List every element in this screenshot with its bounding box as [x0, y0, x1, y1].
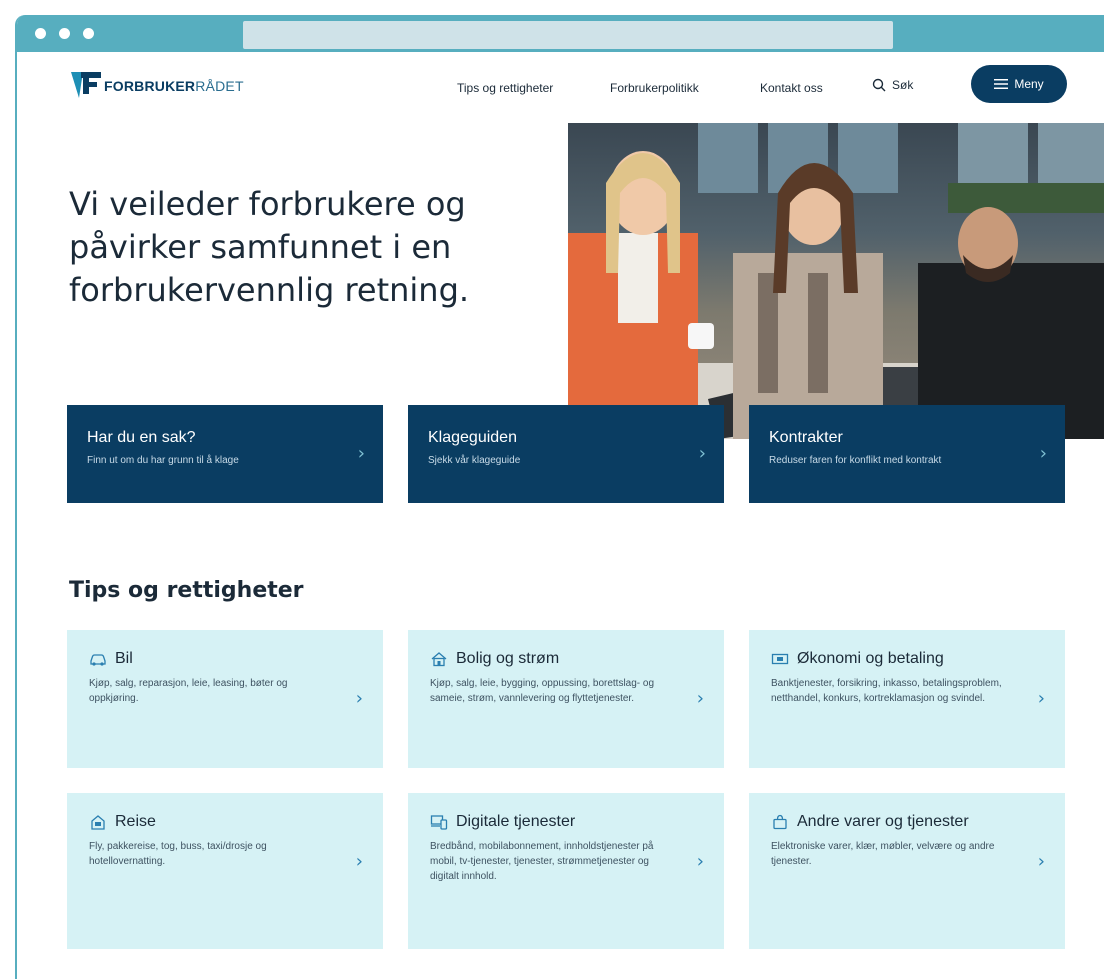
money-icon — [771, 653, 789, 665]
chevron-right-icon: › — [1037, 851, 1045, 872]
site-logo[interactable]: FORBRUKERRÅDET — [69, 68, 244, 102]
nav-tips-og-rettigheter[interactable]: Tips og rettigheter — [457, 81, 553, 95]
quicklink-subtitle: Reduser faren for konflikt med kontrakt — [769, 455, 942, 466]
hero-title: Vi veileder forbrukere og påvirker samfu… — [69, 185, 470, 309]
quicklink-subtitle: Finn ut om du har grunn til å klage — [87, 455, 239, 466]
chevron-right-icon: › — [696, 851, 704, 872]
topic-description: Bredbånd, mobilabonnement, innholdstjene… — [430, 841, 654, 882]
topic-description: Banktjenester, forsikring, inkasso, beta… — [771, 678, 1002, 704]
chevron-right-icon: › — [1039, 443, 1047, 464]
topic-title: Digitale tjenester — [456, 813, 576, 830]
travel-icon — [91, 815, 105, 830]
topic-title: Reise — [115, 813, 156, 830]
hamburger-icon — [994, 79, 1009, 89]
devices-icon — [430, 815, 448, 830]
topic-card-andre-varer-og-tjenester[interactable]: Andre varer og tjenester Elektroniske va… — [749, 793, 1065, 949]
hero-photo-illustration — [568, 123, 1104, 439]
house-icon — [431, 652, 447, 667]
chevron-right-icon: › — [355, 688, 363, 709]
address-bar[interactable] — [243, 21, 893, 49]
car-icon — [90, 654, 106, 666]
quicklink-title: Har du en sak? — [87, 429, 196, 446]
window-maximize-dot[interactable] — [83, 28, 94, 39]
nav-kontakt-oss[interactable]: Kontakt oss — [760, 81, 823, 95]
chevron-right-icon: › — [355, 851, 363, 872]
menu-button[interactable]: Meny — [971, 65, 1067, 103]
topic-title: Økonomi og betaling — [797, 650, 944, 667]
topic-title: Bil — [115, 650, 133, 667]
quicklink-title: Klageguiden — [428, 429, 517, 446]
window-close-dot[interactable] — [35, 28, 46, 39]
search-icon — [872, 78, 886, 92]
browser-window: FORBRUKERRÅDET Tips og rettigheter Forbr… — [15, 15, 1104, 979]
window-minimize-dot[interactable] — [59, 28, 70, 39]
chevron-right-icon: › — [1037, 688, 1045, 709]
topic-card-bolig-og-strom[interactable]: Bolig og strøm Kjøp, salg, leie, bygging… — [408, 630, 724, 768]
logo-icon — [71, 72, 101, 98]
search-label: Søk — [892, 78, 914, 92]
topic-card-reise[interactable]: Reise Fly, pakkereise, tog, buss, taxi/d… — [67, 793, 383, 949]
chevron-right-icon: › — [357, 443, 365, 464]
quicklink-title: Kontrakter — [769, 429, 843, 446]
bag-icon — [773, 814, 787, 830]
browser-titlebar — [17, 15, 1104, 52]
hero-photo — [568, 123, 1104, 439]
topic-card-okonomi-og-betaling[interactable]: Økonomi og betaling Banktjenester, forsi… — [749, 630, 1065, 768]
topic-card-digitale-tjenester[interactable]: Digitale tjenester Bredbånd, mobilabonne… — [408, 793, 724, 949]
search-button[interactable]: Søk — [872, 78, 913, 92]
quicklink-kontrakter[interactable]: Kontrakter Reduser faren for konflikt me… — [749, 405, 1065, 503]
chevron-right-icon: › — [698, 443, 706, 464]
quicklink-subtitle: Sjekk vår klageguide — [428, 455, 521, 466]
site-header: FORBRUKERRÅDET Tips og rettigheter Forbr… — [17, 52, 1104, 122]
nav-forbrukerpolitikk[interactable]: Forbrukerpolitikk — [610, 81, 699, 95]
topic-description: Fly, pakkereise, tog, buss, taxi/drosje … — [89, 841, 267, 867]
topic-title: Andre varer og tjenester — [797, 813, 969, 830]
topic-title: Bolig og strøm — [456, 650, 560, 667]
topic-description: Elektroniske varer, klær, møbler, velvær… — [771, 841, 995, 867]
topic-description: Kjøp, salg, leie, bygging, oppussing, bo… — [430, 678, 655, 704]
quicklink-har-du-en-sak[interactable]: Har du en sak? Finn ut om du har grunn t… — [67, 405, 383, 503]
section-title: Tips og rettigheter — [69, 578, 304, 603]
topic-description: Kjøp, salg, reparasjon, leie, leasing, b… — [89, 678, 288, 704]
quicklink-klageguiden[interactable]: Klageguiden Sjekk vår klageguide › — [408, 405, 724, 503]
chevron-right-icon: › — [696, 688, 704, 709]
menu-label: Meny — [1014, 77, 1044, 91]
logo-wordmark: FORBRUKERRÅDET — [104, 78, 244, 94]
topic-card-bil[interactable]: Bil Kjøp, salg, reparasjon, leie, leasin… — [67, 630, 383, 768]
